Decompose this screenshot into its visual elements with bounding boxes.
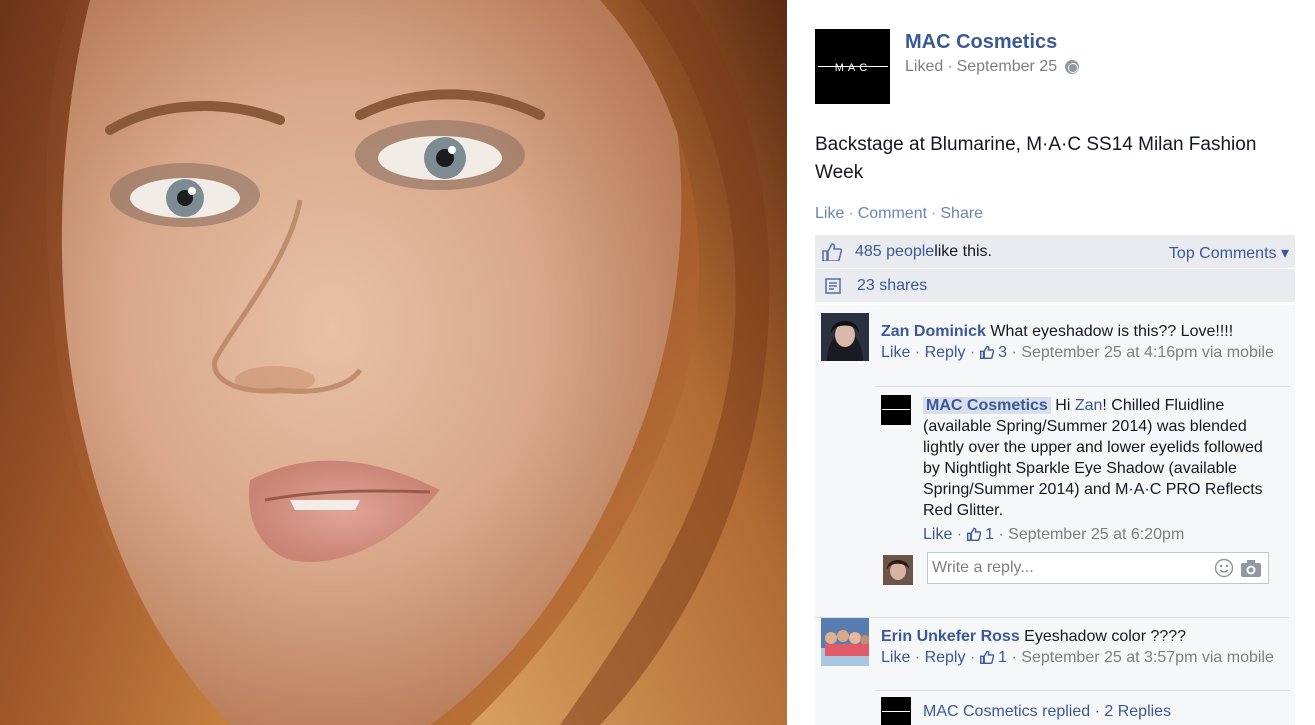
post-date[interactable]: September 25 (957, 58, 1058, 76)
comment-text: Eyeshadow color ???? (1024, 628, 1187, 645)
reply-likes-count[interactable]: 1 (966, 526, 994, 543)
mac-logo-icon (882, 711, 910, 712)
comment-action[interactable]: Comment (858, 205, 927, 222)
avatar[interactable] (821, 618, 869, 666)
comment-like-link[interactable]: Like (881, 649, 910, 666)
scrollbar-track[interactable] (1295, 0, 1315, 725)
reply-text: ! Chilled Fluidline (available Spring/Su… (923, 397, 1263, 519)
reply-item: MAC Cosmetics Hi Zan! Chilled Fluidline … (875, 386, 1290, 544)
reply-composer (875, 547, 1290, 595)
comment-meta: Like · Reply · 3 · September 25 at 4:16p… (881, 344, 1274, 361)
top-comments-dropdown[interactable]: Top Comments ▾ (1169, 243, 1289, 263)
comment-author[interactable]: Erin Unkefer Ross (881, 628, 1020, 645)
svg-text:MAC: MAC (834, 62, 870, 74)
comment-like-link[interactable]: Like (881, 344, 910, 361)
globe-icon (1065, 60, 1080, 74)
reply-input-icons (1214, 558, 1262, 578)
ufi-summary: 485 people like this. Top Comments ▾ 23 … (815, 235, 1295, 303)
avatar[interactable] (881, 395, 911, 425)
replies-summary-text[interactable]: MAC Cosmetics replied · 2 Replies (923, 703, 1171, 721)
comment-body: Zan Dominick What eyeshadow is this?? Lo… (881, 321, 1286, 363)
page-name-link[interactable]: MAC Cosmetics (905, 31, 1057, 54)
like-action[interactable]: Like (815, 205, 844, 222)
reply-timestamp[interactable]: September 25 at 6:20pm (1008, 526, 1184, 543)
meta-separator: · (947, 58, 953, 75)
avatar (883, 555, 913, 585)
comment-body: Erin Unkefer Ross Eyeshadow color ???? L… (881, 626, 1286, 668)
comment-reply-link[interactable]: Reply (925, 344, 966, 361)
comment-reply-link[interactable]: Reply (925, 649, 966, 666)
liked-label[interactable]: Liked (905, 58, 943, 76)
comment-likes-count[interactable]: 3 (979, 344, 1007, 361)
avatar (881, 697, 911, 725)
page-avatar[interactable]: MAC (815, 29, 890, 104)
share-icon (823, 275, 845, 297)
portrait-photo (0, 0, 787, 725)
post-header: MAC MAC Cosmetics Liked · September 25 (815, 29, 1295, 105)
post-meta: Liked · September 25 (905, 58, 1080, 76)
shares-row: 23 shares (815, 269, 1295, 303)
emoji-icon[interactable] (1214, 558, 1234, 578)
action-separator: · (931, 205, 937, 222)
reply-mention[interactable]: Zan (1075, 397, 1103, 414)
comment-likes-count[interactable]: 1 (979, 649, 1007, 666)
reply-input[interactable] (928, 553, 1188, 583)
comment-author[interactable]: Zan Dominick (881, 323, 986, 340)
reply-meta: Like · 1 · September 25 at 6:20pm (923, 526, 1185, 543)
thumbs-up-icon (821, 241, 843, 263)
action-separator: · (848, 205, 854, 222)
share-action[interactable]: Share (940, 205, 983, 222)
mac-logo-icon (882, 409, 910, 410)
reply-author[interactable]: MAC Cosmetics (923, 397, 1051, 414)
thumbs-up-icon (979, 345, 994, 359)
photo-viewer[interactable] (0, 0, 787, 725)
likes-suffix: like this. (934, 242, 992, 260)
comment-timestamp[interactable]: September 25 at 4:16pm via mobile (1021, 344, 1274, 361)
reply-body: MAC Cosmetics Hi Zan! Chilled Fluidline … (923, 395, 1273, 545)
post-actions: Like · Comment · Share (815, 205, 983, 223)
reply-input-box (927, 552, 1269, 584)
shares-link[interactable]: 23 shares (857, 277, 927, 295)
thumbs-up-icon (979, 650, 994, 664)
mac-logo-icon: MAC (817, 62, 888, 74)
post-text: Backstage at Blumarine, M·A·C SS14 Milan… (815, 134, 1257, 183)
thumbs-up-icon (966, 527, 981, 541)
comment-text: What eyeshadow is this?? Love!!!! (990, 323, 1234, 340)
replies-summary[interactable]: MAC Cosmetics replied · 2 Replies (875, 690, 1290, 725)
likers-link[interactable]: 485 people (855, 243, 934, 261)
comment-item: Erin Unkefer Ross Eyeshadow color ???? L… (815, 617, 1289, 666)
comment-meta: Like · Reply · 1 · September 25 at 3:57p… (881, 649, 1274, 666)
reply-greeting: Hi (1050, 397, 1075, 414)
comment-timestamp[interactable]: September 25 at 3:57pm via mobile (1021, 649, 1274, 666)
avatar[interactable] (821, 313, 869, 361)
likes-row: 485 people like this. Top Comments ▾ (815, 235, 1295, 269)
comments-list: Zan Dominick What eyeshadow is this?? Lo… (815, 305, 1295, 725)
reply-like-link[interactable]: Like (923, 526, 952, 543)
camera-icon[interactable] (1240, 558, 1262, 578)
